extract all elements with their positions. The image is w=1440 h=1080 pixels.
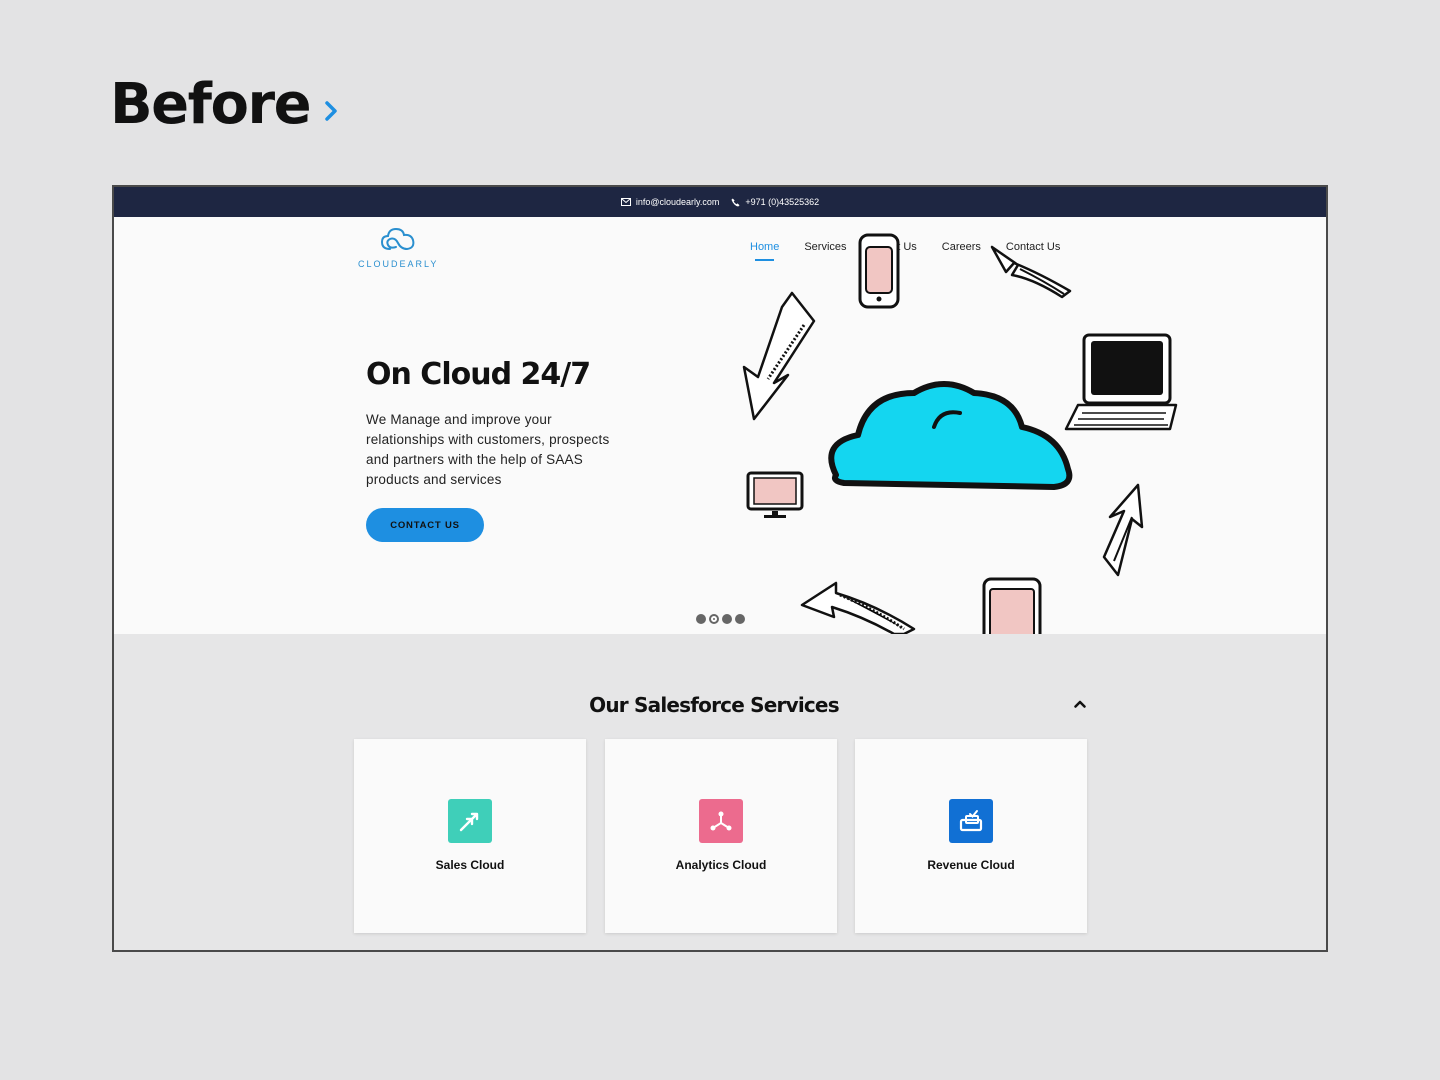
arrow-illustration-bottom: [800, 581, 916, 634]
phone-illustration-top: [858, 233, 900, 309]
service-card-label: Analytics Cloud: [675, 858, 767, 872]
before-title: Before: [110, 72, 312, 137]
chevron-up-icon[interactable]: [1074, 700, 1086, 708]
hero-description: We Manage and improve your relationships…: [366, 412, 610, 487]
phone-illustration-bottom: [982, 577, 1042, 634]
phone-contact[interactable]: +971 (0)43525362: [731, 197, 819, 207]
service-card-analytics-cloud[interactable]: Analytics Cloud: [605, 739, 837, 933]
slider-dot-2[interactable]: [709, 614, 719, 624]
contact-top-bar: info@cloudearly.com +971 (0)43525362: [114, 187, 1326, 217]
hero-section: CLOUDEARLY Home Services About Us Career…: [114, 217, 1326, 634]
slider-dot-4[interactable]: [735, 614, 745, 624]
slider-dot-1[interactable]: [696, 614, 706, 624]
service-card-label: Revenue Cloud: [927, 858, 1015, 872]
service-card-revenue-cloud[interactable]: Revenue Cloud: [855, 739, 1087, 933]
services-section: Our Salesforce Services Sales Cloud Anal…: [114, 634, 1326, 950]
sales-cloud-icon: [448, 799, 492, 843]
analytics-cloud-icon: [699, 799, 743, 843]
email-contact[interactable]: info@cloudearly.com: [620, 197, 720, 207]
service-card-label: Sales Cloud: [435, 858, 505, 872]
arrow-illustration-right: [1102, 483, 1144, 577]
phone-icon: [731, 197, 740, 207]
hero-title: On Cloud 24/7: [366, 357, 591, 392]
chevron-right-icon: [325, 100, 337, 121]
monitor-illustration: [746, 471, 804, 518]
services-title: Our Salesforce Services: [589, 693, 839, 717]
slider-dots: [696, 614, 745, 624]
contact-us-button[interactable]: CONTACT US: [366, 508, 484, 542]
slider-dot-3[interactable]: [722, 614, 732, 624]
mail-icon: [620, 198, 631, 206]
arrow-illustration-left: [742, 291, 816, 421]
comparison-heading: Before: [110, 72, 338, 137]
phone-text: +971 (0)43525362: [745, 197, 820, 207]
hero-illustration: [742, 233, 1178, 634]
service-card-sales-cloud[interactable]: Sales Cloud: [354, 739, 586, 933]
revenue-cloud-icon: [949, 799, 993, 843]
email-text: info@cloudearly.com: [635, 197, 720, 207]
website-screenshot: info@cloudearly.com +971 (0)43525362 CLO…: [112, 185, 1328, 952]
arrow-illustration-top-right: [990, 245, 1072, 299]
cloud-illustration: [828, 381, 1073, 490]
laptop-illustration: [1064, 333, 1178, 431]
